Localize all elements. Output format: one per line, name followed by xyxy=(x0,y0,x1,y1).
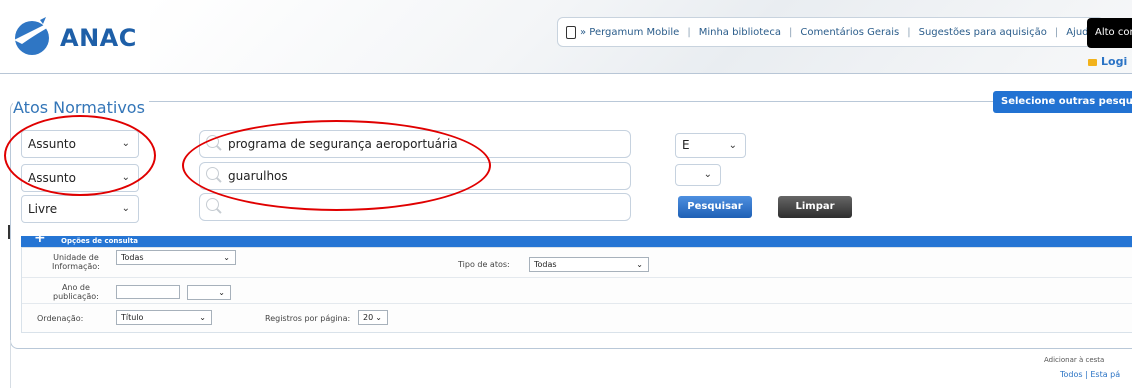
nav-separator: | xyxy=(788,26,793,38)
unidade-label-line2: Informação: xyxy=(52,262,100,271)
row-divider xyxy=(22,303,1132,304)
ano-input[interactable] xyxy=(116,285,180,299)
ordenacao-select[interactable]: Título ⌄ xyxy=(116,310,212,325)
chevron-down-icon: ⌄ xyxy=(636,260,643,269)
expand-plus-icon: + xyxy=(34,230,46,246)
operator-select-1-value: E xyxy=(682,138,690,152)
logo-text: ANAC xyxy=(60,24,137,52)
nav-separator: | xyxy=(687,26,691,38)
lock-icon xyxy=(1088,59,1097,66)
nav-separator: | xyxy=(907,26,911,38)
chevron-down-icon: ⌄ xyxy=(223,253,230,262)
unidade-select[interactable]: Todas ⌄ xyxy=(116,250,236,265)
cesta-todos-link[interactable]: Todos xyxy=(1060,370,1083,379)
annotation-ellipse-fields xyxy=(4,115,156,196)
high-contrast-button[interactable]: Alto cont xyxy=(1087,18,1132,48)
ano-label-line2: publicação: xyxy=(53,292,99,301)
nav-pergamum-mobile[interactable]: » Pergamum Mobile xyxy=(580,27,679,38)
registros-label: Registros por página: xyxy=(265,314,351,323)
nav-separator: | xyxy=(1054,26,1059,38)
ordenacao-label: Ordenação: xyxy=(37,314,84,323)
ano-label: Ano de publicação: xyxy=(53,283,99,301)
search-button[interactable]: Pesquisar xyxy=(678,196,752,218)
ano-label-line1: Ano de xyxy=(61,283,90,292)
unidade-label: Unidade de Informação: xyxy=(52,253,100,271)
login-link[interactable]: Logi xyxy=(1088,55,1127,68)
tipo-label: Tipo de atos: xyxy=(458,260,510,269)
select-other-search-button[interactable]: Selecione outras pesquis xyxy=(993,91,1132,113)
ordenacao-select-value: Título xyxy=(121,313,144,322)
unidade-label-line1: Unidade de xyxy=(53,253,99,262)
top-navigation: » Pergamum Mobile | Minha biblioteca | C… xyxy=(557,17,1104,47)
chevron-down-icon: ⌄ xyxy=(703,169,712,180)
annotation-ellipse-terms xyxy=(182,120,491,211)
text-cursor xyxy=(8,225,10,239)
tipo-select[interactable]: Todas ⌄ xyxy=(529,257,649,272)
chevron-down-icon: ⌄ xyxy=(375,313,382,322)
chevron-down-icon: ⌄ xyxy=(121,203,130,214)
ano-range-select[interactable]: ⌄ xyxy=(187,285,231,300)
clear-button[interactable]: Limpar xyxy=(778,196,852,218)
tipo-select-value: Todas xyxy=(534,260,557,269)
airplane-logo-icon xyxy=(14,17,56,55)
operator-select-1[interactable]: E ⌄ xyxy=(675,133,746,158)
header: ANAC » Pergamum Mobile | Minha bibliotec… xyxy=(0,0,1132,74)
nav-minha-biblioteca[interactable]: Minha biblioteca xyxy=(699,27,781,38)
chevron-down-icon: ⌄ xyxy=(728,140,737,151)
options-header[interactable]: + Opções de consulta xyxy=(21,230,1132,247)
cesta-label: Adicionar à cesta xyxy=(1044,356,1105,364)
unidade-select-value: Todas xyxy=(121,253,144,262)
options-header-label: Opções de consulta xyxy=(61,237,139,245)
row-divider xyxy=(22,277,1132,278)
registros-select[interactable]: 20 ⌄ xyxy=(358,310,388,325)
header-divider xyxy=(0,73,1132,74)
login-label: Logi xyxy=(1101,55,1128,68)
cesta-esta-pagina-link[interactable]: Esta pá xyxy=(1090,370,1120,379)
page-border xyxy=(10,340,11,388)
nav-sugestoes[interactable]: Sugestões para aquisição xyxy=(919,27,1047,38)
search-icon xyxy=(206,198,219,211)
mobile-icon xyxy=(566,25,576,39)
field-select-3[interactable]: Livre ⌄ xyxy=(21,195,139,223)
cesta-links: Todos | Esta pá xyxy=(1060,370,1120,379)
chevron-down-icon: ⌄ xyxy=(199,313,206,322)
field-select-3-value: Livre xyxy=(28,202,58,216)
nav-comentarios-gerais[interactable]: Comentários Gerais xyxy=(800,27,899,38)
registros-select-value: 20 xyxy=(363,313,374,322)
anac-logo[interactable]: ANAC xyxy=(10,14,140,58)
operator-select-2[interactable]: ⌄ xyxy=(675,164,721,186)
chevron-down-icon: ⌄ xyxy=(218,288,225,297)
